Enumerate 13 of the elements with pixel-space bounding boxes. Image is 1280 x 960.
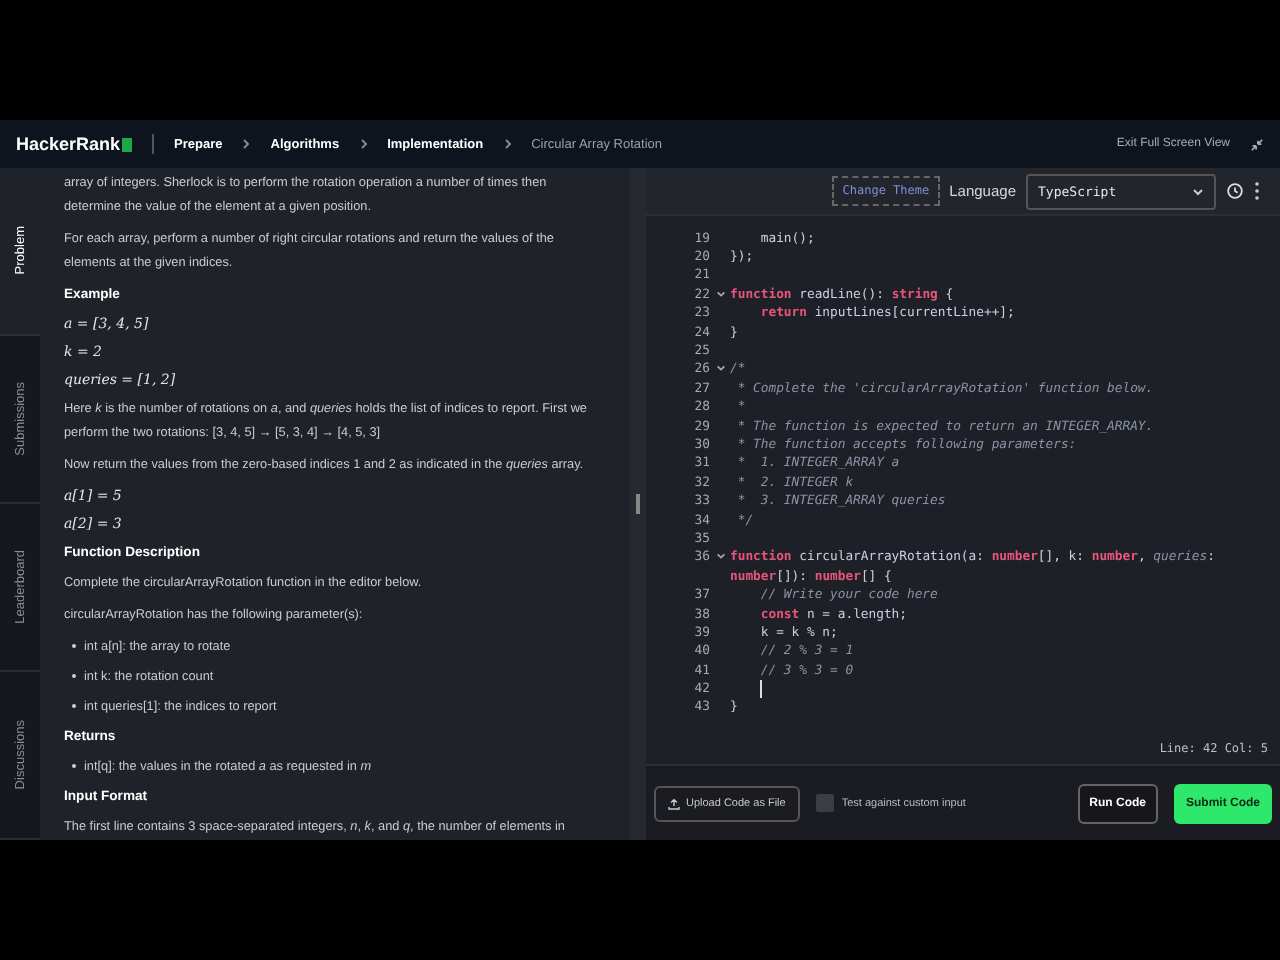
more-icon[interactable] [1254, 182, 1260, 200]
logo[interactable]: HackerRank [16, 134, 133, 154]
collapse-icon[interactable] [1250, 137, 1264, 151]
chevron-icon [503, 138, 512, 150]
history-icon[interactable] [1226, 182, 1244, 200]
fold-chevron-icon[interactable] [715, 364, 725, 373]
fold-chevron-icon[interactable] [715, 289, 725, 298]
caret-icon [1192, 187, 1204, 195]
chevron-icon [242, 138, 251, 150]
fold-chevron-icon[interactable] [715, 552, 725, 561]
chevron-icon [359, 138, 368, 150]
upload-icon [668, 797, 680, 809]
custom-input-checkbox[interactable] [815, 794, 834, 812]
